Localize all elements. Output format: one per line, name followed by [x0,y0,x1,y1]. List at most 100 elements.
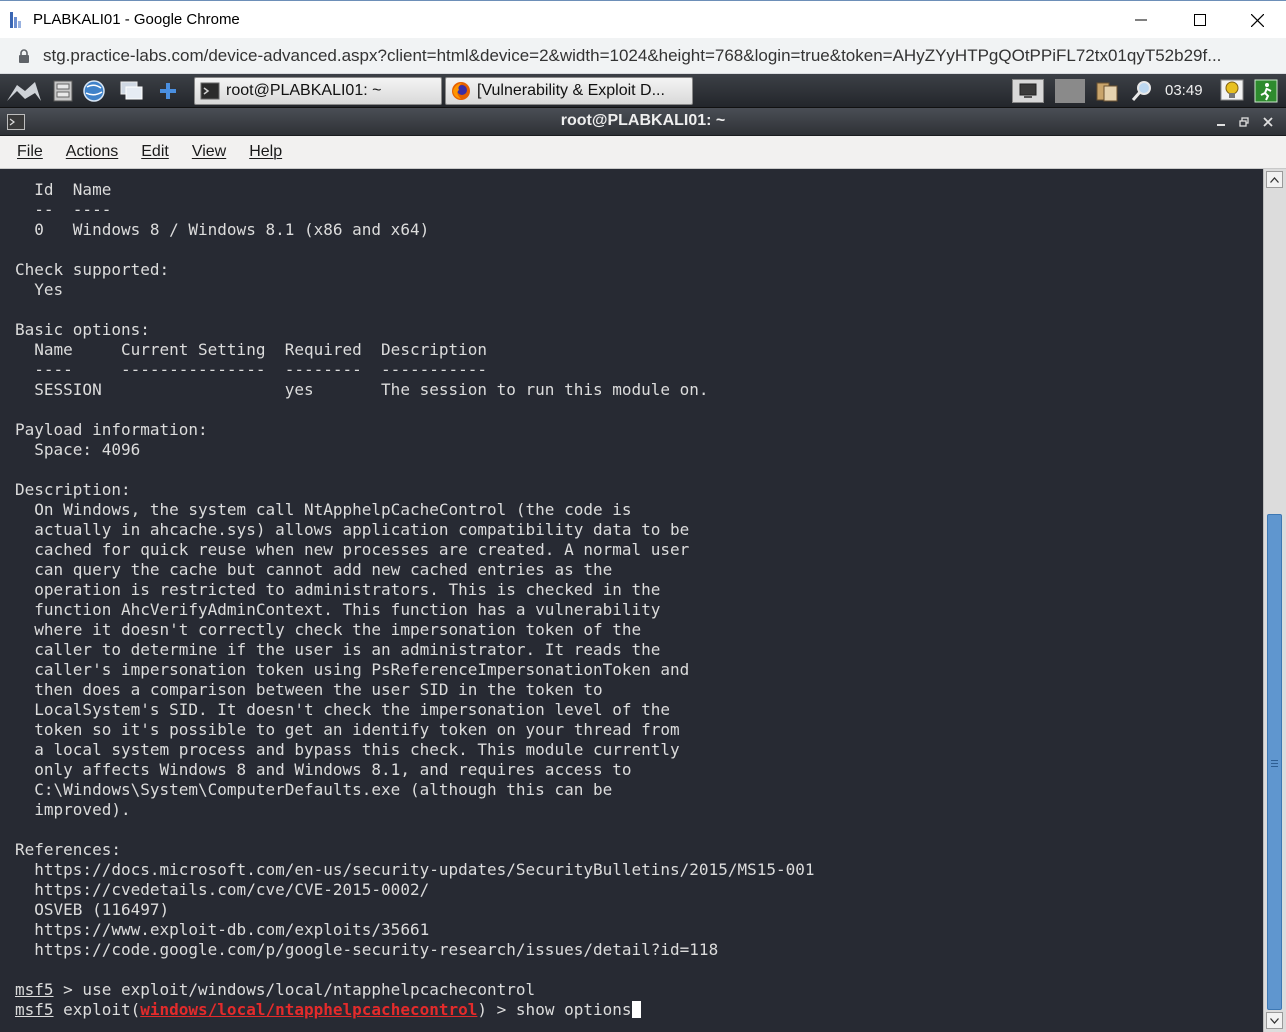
terminal-line: C:\Windows\System\ComputerDefaults.exe (… [34,780,613,799]
terminal-text: Id Name -- ---- 0 Windows 8 / Windows 8.… [15,180,815,1020]
terminal-line: https://docs.microsoft.com/en-us/securit… [34,860,815,879]
terminal-icon [200,82,220,100]
scroll-up-button[interactable] [1266,171,1283,188]
maximize-icon [1194,14,1206,26]
logout-button[interactable] [1252,79,1280,103]
taskbar-item-label: root@PLABKALI01: ~ [226,82,382,99]
windows-stack-icon [120,81,143,100]
desktop-panel: root@PLABKALI01: ~ [Vulnerability & Expl… [0,74,1286,108]
terminal-line: -- ---- [34,200,112,219]
menu-actions[interactable]: Actions [66,143,118,161]
taskbar-item-firefox[interactable]: [Vulnerability & Exploit D... [445,77,693,105]
notification-tray[interactable] [1218,79,1246,103]
module-info-output: Id Name -- ---- 0 Windows 8 / Windows 8.… [15,180,815,959]
terminal-minimize-button[interactable] [1213,114,1229,130]
taskbar-item-label: [Vulnerability & Exploit D... [477,82,665,99]
panel-clock[interactable]: 03:49 [1165,82,1203,99]
restore-icon [1239,117,1249,127]
chevron-down-icon [1270,1017,1279,1024]
taskbar-item-terminal[interactable]: root@PLABKALI01: ~ [194,77,442,105]
terminal-line: function AhcVerifyAdminContext. This fun… [34,600,661,619]
terminal-output[interactable]: Id Name -- ---- 0 Windows 8 / Windows 8.… [0,169,1263,1032]
lock-icon[interactable] [18,49,30,63]
terminal-line: Space: 4096 [34,440,141,459]
prompt-exploit-prefix: exploit( [53,1000,141,1019]
terminal-scrollbar[interactable] [1263,169,1286,1032]
menu-edit[interactable]: Edit [141,143,169,161]
terminal-line: ---- --------------- -------- ----------… [34,360,488,379]
close-button[interactable] [1234,7,1280,33]
terminal-maximize-button[interactable] [1236,114,1252,130]
close-icon [1263,117,1273,127]
minimize-icon [1217,124,1225,126]
terminal-close-button[interactable] [1260,114,1276,130]
minimize-icon [1135,19,1147,21]
menu-help[interactable]: Help [249,143,282,161]
menu-file[interactable]: File [17,143,43,161]
terminal-line: LocalSystem's SID. It doesn't check the … [34,700,671,719]
workspace-2[interactable] [1055,79,1085,103]
clipboard-icon [1096,82,1118,102]
workspace-switcher[interactable] [1012,79,1044,103]
command-text: ) > show options [477,1000,632,1019]
terminal-line: caller to determine if the user is an ad… [34,640,661,659]
terminal-line: https://www.exploit-db.com/exploits/3566… [34,920,430,939]
browser-title-bar: PLABKALI01 - Google Chrome [0,0,1286,38]
search-icon [1131,81,1151,101]
terminal-line: References: [15,840,121,859]
address-bar[interactable]: stg.practice-labs.com/device-advanced.as… [0,38,1286,74]
terminal-line: only affects Windows 8 and Windows 8.1, … [34,760,632,779]
monitor-icon [1019,83,1037,98]
terminal-menu-bar: File Actions Edit View Help [0,136,1286,169]
web-browser-launcher[interactable] [81,79,107,103]
scrollbar-thumb[interactable] [1267,514,1282,1010]
terminal-line: cached for quick reuse when new processe… [34,540,690,559]
terminal-line: https://cvedetails.com/cve/CVE-2015-0002… [34,880,430,899]
text-cursor [631,1001,641,1018]
chevron-up-icon [1270,176,1279,183]
clipboard-tray[interactable] [1093,79,1121,103]
search-tray[interactable] [1128,79,1156,103]
show-desktop-button[interactable] [118,79,144,103]
firefox-icon [452,82,470,100]
msf-prompt: msf5 [15,1000,54,1019]
terminal-line: then does a comparison between the user … [34,680,603,699]
terminal-line: a local system process and bypass this c… [34,740,680,759]
command-text: > use exploit/windows/local/ntapphelpcac… [53,980,536,999]
terminal-line: Yes [34,280,64,299]
scroll-down-button[interactable] [1266,1012,1283,1029]
minimize-button[interactable] [1118,7,1164,33]
grip-icon [1271,760,1278,761]
menu-view[interactable]: View [192,143,226,161]
terminal-line: where it doesn't correctly check the imp… [34,620,642,639]
exit-icon [1254,79,1278,103]
file-manager-launcher[interactable] [50,79,76,103]
add-workspace-button[interactable] [155,79,181,103]
terminal-line: On Windows, the system call NtApphelpCac… [34,500,632,519]
terminal-line: Check supported: [15,260,170,279]
terminal-line: Name Current Setting Required Descriptio… [34,340,488,359]
practice-labs-icon [10,12,21,28]
terminal-line: Id Name [34,180,112,199]
lightbulb-icon [1220,79,1244,101]
terminal-line: https://code.google.com/p/google-securit… [34,940,719,959]
prompt-line-1: msf5 > use exploit/windows/local/ntapphe… [15,980,535,999]
kali-menu-button[interactable] [4,79,44,103]
terminal-line: 0 Windows 8 / Windows 8.1 (x86 and x64) [34,220,430,239]
terminal-line: OSVEB (116497) [34,900,170,919]
terminal-window-title: root@PLABKALI01: ~ [560,112,726,129]
globe-icon [83,80,105,102]
terminal-line: can query the cache but cannot add new c… [34,560,613,579]
terminal-line: operation is restricted to administrator… [34,580,661,599]
terminal-title-bar[interactable]: root@PLABKALI01: ~ [0,108,1286,136]
terminal-line: token so it's possible to get an identif… [34,720,680,739]
module-path: windows/local/ntapphelpcachecontrol [140,1000,478,1019]
msf-prompt: msf5 [15,980,54,999]
terminal-line: actually in ahcache.sys) allows applicat… [34,520,690,539]
url-text[interactable]: stg.practice-labs.com/device-advanced.as… [43,46,1273,66]
kali-dragon-icon [7,82,41,101]
terminal-line: improved). [34,800,131,819]
file-cabinet-icon [53,80,73,102]
maximize-button[interactable] [1177,7,1223,33]
close-icon [1250,13,1264,27]
